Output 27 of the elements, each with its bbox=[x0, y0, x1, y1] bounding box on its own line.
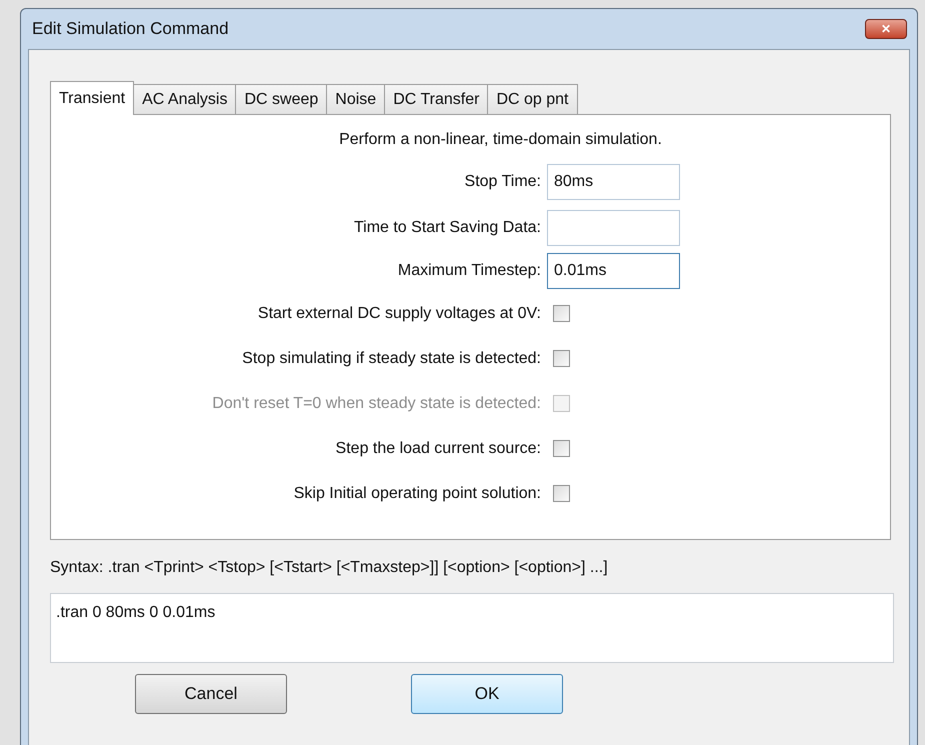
dialog-button[interactable]: OK bbox=[411, 674, 563, 714]
field-label: Stop Time: bbox=[464, 173, 541, 191]
description-text: Perform a non-linear, time-domain simulation. bbox=[338, 131, 663, 149]
checkbox[interactable] bbox=[553, 350, 570, 367]
input-field[interactable]: 0.01ms bbox=[547, 253, 680, 289]
field-label: Time to Start Saving Data: bbox=[352, 219, 541, 237]
tab[interactable]: DC Transfer bbox=[384, 84, 488, 114]
checkbox[interactable] bbox=[553, 440, 570, 457]
option-label: Step the load current source: bbox=[334, 440, 541, 458]
dialog-button[interactable]: Cancel bbox=[135, 674, 287, 714]
tab[interactable]: Noise bbox=[326, 84, 386, 114]
checkbox[interactable] bbox=[553, 485, 570, 502]
field-label: Maximum Timestep: bbox=[396, 262, 541, 280]
input-field[interactable]: 80ms bbox=[547, 164, 680, 200]
tab[interactable]: DC op pnt bbox=[487, 84, 578, 114]
option-label: Stop simulating if steady state is detected: bbox=[241, 350, 541, 368]
tab[interactable]: Transient bbox=[50, 81, 134, 115]
syntax-text: Syntax: .tran <Tprint> <Tstop> [<Tstart> [<Tmaxstep>]] [<option> [<option>] ...] bbox=[50, 559, 609, 577]
input-field[interactable] bbox=[547, 210, 680, 246]
window-title: Edit Simulation Command bbox=[31, 19, 229, 39]
option-label: Skip Initial operating point solution: bbox=[292, 484, 541, 502]
tab[interactable]: AC Analysis bbox=[133, 84, 236, 114]
command-field[interactable]: .tran 0 80ms 0 0.01ms bbox=[50, 593, 894, 663]
checkbox[interactable] bbox=[553, 305, 570, 322]
tab[interactable]: DC sweep bbox=[235, 84, 328, 114]
option-label: Don't reset T=0 when steady state is detected: bbox=[211, 394, 541, 412]
option-label: Start external DC supply voltages at 0V: bbox=[256, 304, 541, 322]
